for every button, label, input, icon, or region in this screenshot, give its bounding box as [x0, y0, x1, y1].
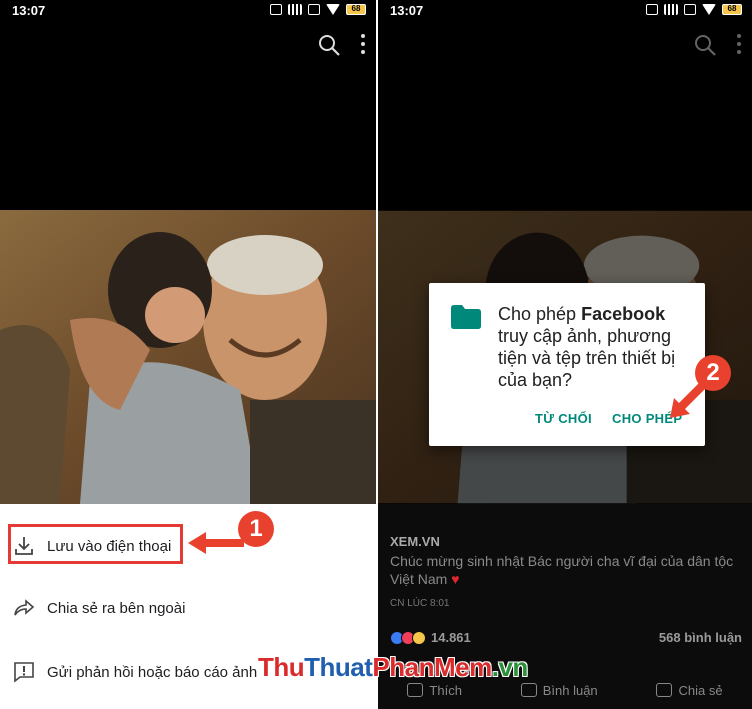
- photo-toolbar: [256, 30, 376, 64]
- permission-dialog: Cho phép Facebook truy cập ảnh, phương t…: [429, 283, 705, 446]
- step-marker-2: 2: [695, 355, 731, 391]
- no-sim-icon: [308, 4, 320, 15]
- status-time: 13:07: [390, 3, 424, 18]
- photo: [0, 210, 376, 504]
- watermark: ThuThuatPhanMem.vn: [258, 652, 528, 682]
- status-bar: 13:07 68: [0, 0, 376, 22]
- share-icon: [656, 683, 673, 697]
- step-marker-1: 1: [238, 511, 274, 547]
- comment-count[interactable]: 568 bình luận: [659, 630, 742, 645]
- thumbs-up-icon: [407, 683, 424, 697]
- post-time: CN LÚC 8:01: [390, 598, 450, 609]
- battery-icon: 68: [722, 4, 742, 15]
- wifi-icon: [702, 4, 716, 15]
- left-phone-screen: 13:07 68 Lưu vào điện thoại Chia sẻ ra b…: [0, 0, 376, 709]
- share-external-item[interactable]: Chia sẻ ra bên ngoài: [0, 586, 376, 630]
- right-phone-screen: 13:07 68 XEM.VN Chúc mừng sinh nhật Bác …: [378, 0, 752, 709]
- share-button[interactable]: Chia sẻ: [656, 678, 723, 702]
- deny-button[interactable]: TỪ CHỐI: [535, 411, 592, 426]
- status-icons: 68: [646, 4, 742, 15]
- comment-button[interactable]: Bình luận: [520, 678, 598, 702]
- report-photo-label: Gửi phản hồi hoặc báo cáo ảnh: [47, 663, 258, 681]
- vibrate-icon: [646, 4, 658, 15]
- battery-icon: 68: [346, 4, 366, 15]
- share-external-label: Chia sẻ ra bên ngoài: [47, 599, 186, 617]
- reaction-count: 14.861: [431, 630, 471, 645]
- heart-icon: ♥: [451, 571, 460, 587]
- status-time: 13:07: [12, 3, 46, 18]
- vibrate-icon: [270, 4, 282, 15]
- pointer-arrow-1: [188, 532, 244, 554]
- signal-icon: [664, 4, 678, 15]
- comment-icon: [520, 683, 537, 697]
- save-to-phone-label: Lưu vào điện thoại: [47, 537, 172, 555]
- no-sim-icon: [684, 4, 696, 15]
- download-icon: [15, 537, 33, 555]
- reaction-summary[interactable]: 14.861: [390, 630, 471, 645]
- haha-reaction-icon: [412, 630, 426, 645]
- search-icon[interactable]: [694, 34, 716, 56]
- more-options-icon[interactable]: [360, 34, 366, 56]
- post-source[interactable]: XEM.VN: [390, 534, 440, 549]
- status-icons: 68: [270, 4, 366, 15]
- status-bar: 13:07 68: [378, 0, 752, 22]
- signal-icon: [288, 4, 302, 15]
- folder-icon: [451, 305, 481, 329]
- photo-toolbar: [632, 30, 752, 64]
- search-icon[interactable]: [318, 34, 340, 56]
- app-name: Facebook: [581, 304, 666, 324]
- post-caption: Chúc mừng sinh nhật Bác người cha vĩ đại…: [390, 553, 734, 587]
- feedback-icon: [14, 662, 34, 683]
- share-icon: [14, 599, 35, 616]
- wifi-icon: [326, 4, 340, 15]
- more-options-icon[interactable]: [736, 34, 742, 56]
